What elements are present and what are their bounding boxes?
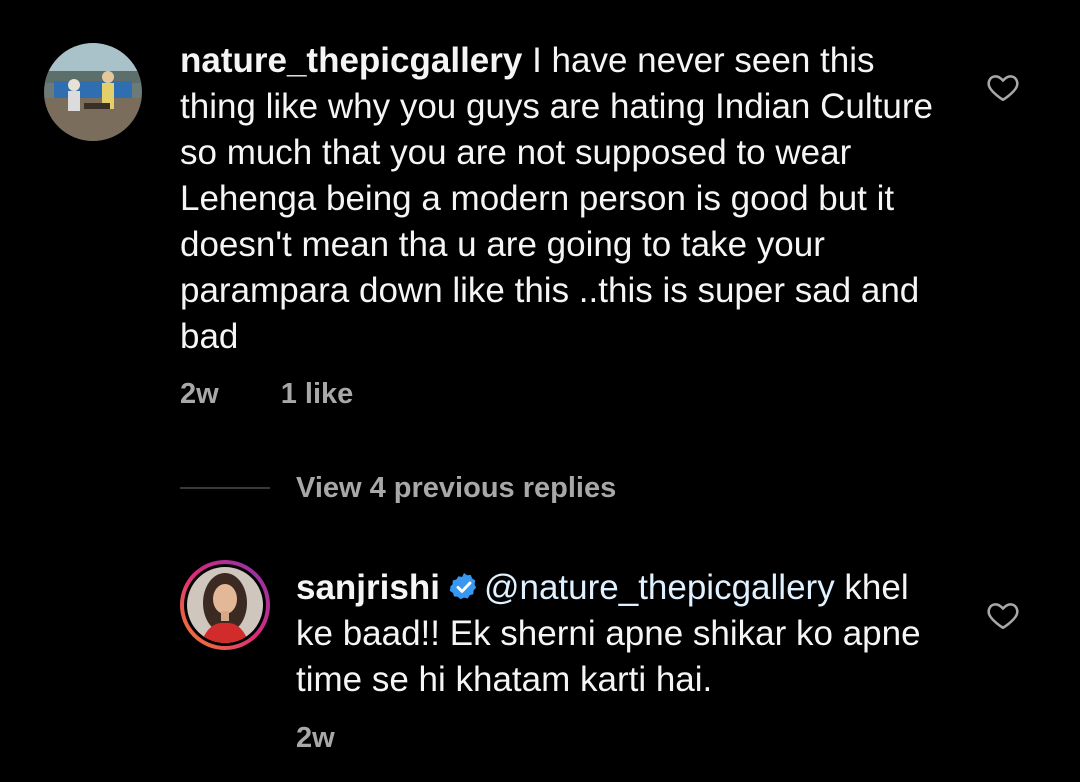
reply-mention[interactable]: @nature_thepicgallery [484, 568, 835, 607]
like-heart-icon[interactable] [986, 70, 1020, 104]
profile-photo-image [187, 567, 263, 643]
verified-badge-icon [449, 573, 477, 600]
commenter-avatar[interactable] [44, 43, 142, 141]
comment-username[interactable]: nature_thepicgallery [180, 41, 522, 80]
reply-username[interactable]: sanjrishi [296, 568, 440, 607]
comment-likes-count[interactable]: 1 like [281, 378, 354, 411]
comment-time: 2w [180, 378, 219, 410]
comment-text: I have never seen this thing like why yo… [180, 41, 933, 356]
reply-like-heart-icon[interactable] [986, 598, 1020, 632]
comment-meta: 2w 1 like [180, 378, 353, 411]
view-previous-replies-link[interactable]: View 4 previous replies [296, 472, 616, 505]
reply-avatar[interactable] [180, 560, 270, 650]
reply-time: 2w [296, 722, 335, 754]
reply-body: sanjrishi @nature_thepicgallery khel ke … [296, 565, 936, 703]
comment-body: nature_thepicgallery I have never seen t… [180, 38, 960, 360]
reply-meta: 2w [296, 722, 335, 755]
replies-divider [180, 487, 270, 489]
profile-photo-image [44, 43, 142, 141]
